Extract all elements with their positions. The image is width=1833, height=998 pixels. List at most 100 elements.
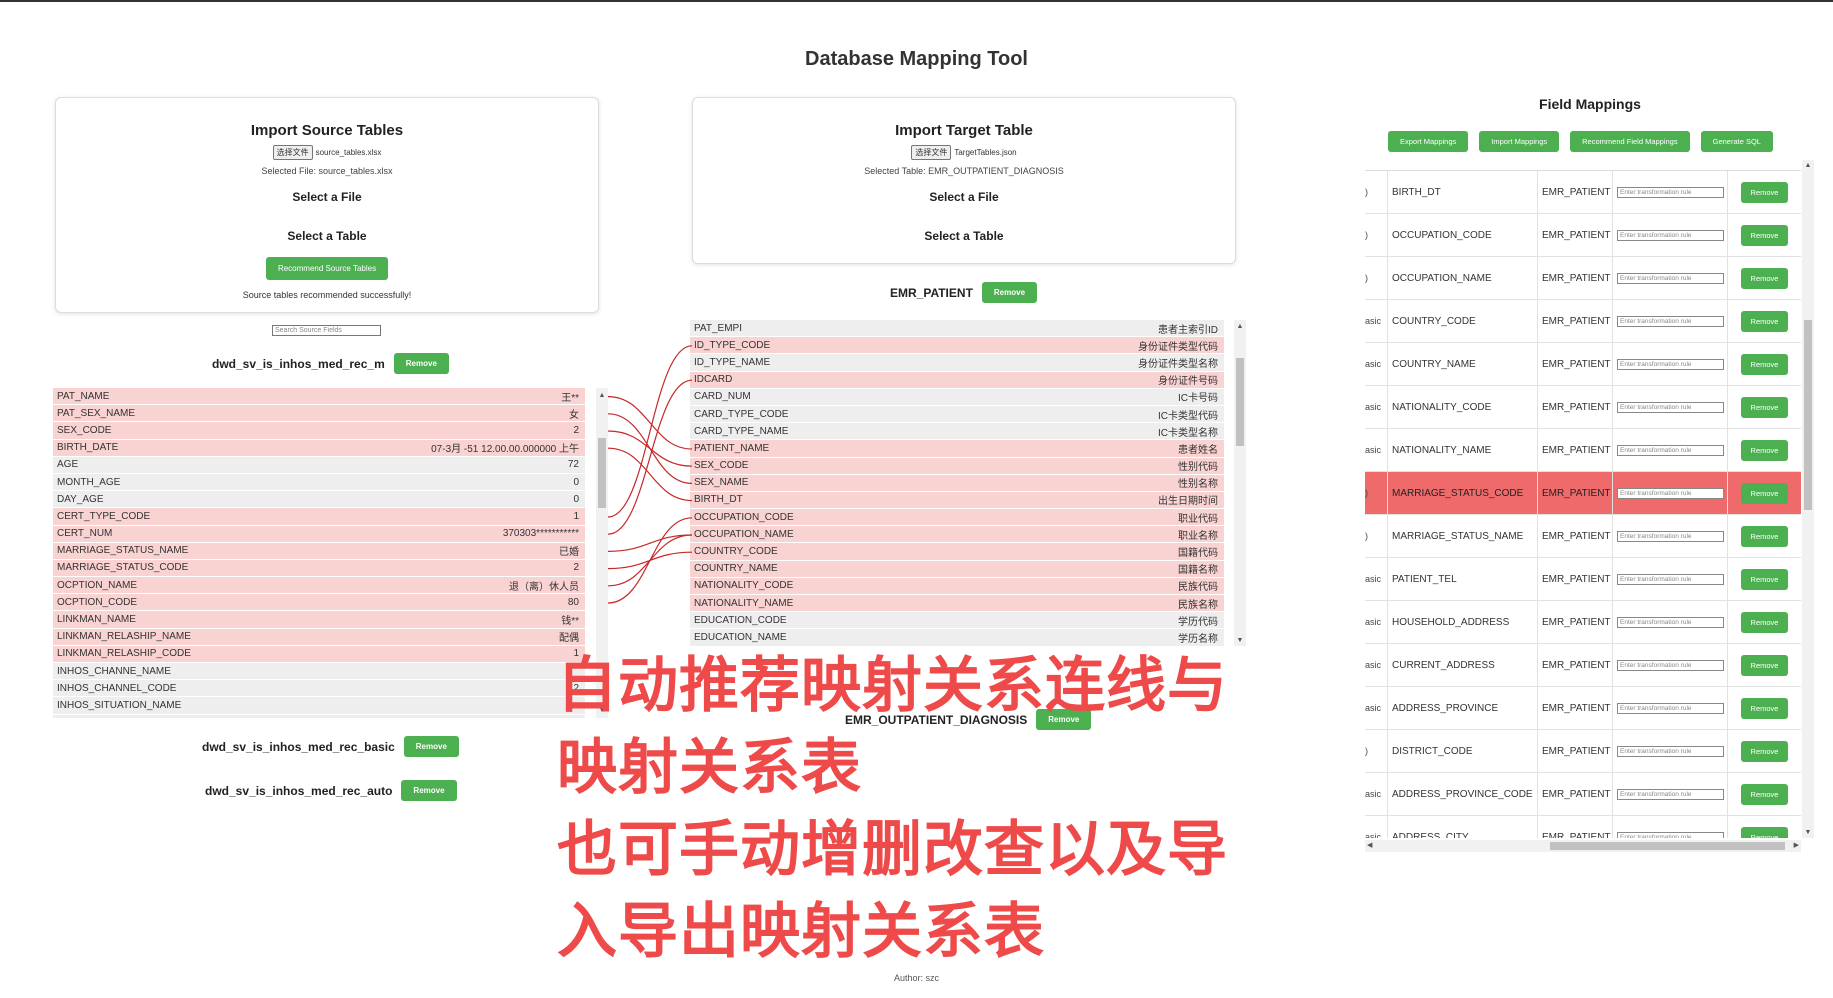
transformation-rule-input[interactable]: Enter transformation rule [1617,229,1724,241]
generate-sql-button[interactable]: Generate SQL [1700,131,1773,152]
rule-cell: Enter transformation rule [1612,300,1727,342]
remove-mapping-button[interactable]: Remove [1740,697,1789,719]
remove-mapping-button[interactable]: Remove [1740,568,1789,590]
transformation-rule-input[interactable]: Enter transformation rule [1617,358,1724,370]
mapping-target-table: EMR_PATIENT [1537,429,1612,471]
mapping-source-table: asic [1365,660,1382,670]
remove-mapping-button[interactable]: Remove [1740,310,1789,332]
mapping-row[interactable]: asic CURRENT_ADDRESS EMR_PATIENT Enter tran… [1365,644,1801,687]
remove-mapping-button[interactable]: Remove [1740,439,1789,461]
scroll-down-arrow[interactable]: ▼ [1802,829,1814,836]
transformation-rule-input[interactable]: Enter transformation rule [1617,616,1724,628]
transformation-rule-input[interactable]: Enter transformation rule [1617,186,1724,198]
transformation-rule-input[interactable]: Enter transformation rule [1617,745,1724,757]
mapping-row[interactable]: ) DISTRICT_CODE EMR_PATIENT Enter transform… [1365,730,1801,773]
remove-mapping-button[interactable]: Remove [1740,181,1789,203]
mappings-table[interactable]: ) BIRTH_DT EMR_PATIENT Enter transformation… [1365,170,1801,838]
transformation-rule-input[interactable]: Enter transformation rule [1617,401,1724,413]
mapping-target-table: EMR_PATIENT [1537,214,1612,256]
remove-cell: Remove [1727,601,1801,643]
mapping-source-table: ) [1365,746,1368,756]
scrollbar-thumb[interactable] [1550,842,1785,850]
transformation-rule-input[interactable]: Enter transformation rule [1617,659,1724,671]
rule-cell: Enter transformation rule [1612,214,1727,256]
mapping-row[interactable]: ) OCCUPATION_CODE EMR_PATIENT Enter transfo… [1365,214,1801,257]
remove-cell: Remove [1727,429,1801,471]
mapping-source-table: ) [1365,187,1368,197]
mapping-target-field: BIRTH_DT [1387,171,1537,213]
remove-mapping-button[interactable]: Remove [1740,826,1789,838]
scroll-left-arrow[interactable]: ◀ [1367,841,1372,849]
mapping-target-field: COUNTRY_NAME [1387,343,1537,385]
mapping-row[interactable]: asic COUNTRY_CODE EMR_PATIENT Enter transfo… [1365,300,1801,343]
mapping-target-field: NATIONALITY_NAME [1387,429,1537,471]
mapping-target-table: EMR_PATIENT [1537,730,1612,772]
mappings-horizontal-scrollbar[interactable]: ◀ ▶ [1365,840,1801,852]
remove-mapping-button[interactable]: Remove [1740,396,1789,418]
mapping-row[interactable]: asic HOUSEHOLD_ADDRESS EMR_PATIENT Enter tr… [1365,601,1801,644]
mapping-row[interactable]: ) MARRIAGE_STATUS_NAME EMR_PATIENT Enter tr… [1365,515,1801,558]
mapping-row[interactable]: ) BIRTH_DT EMR_PATIENT Enter transformation… [1365,171,1801,214]
remove-mapping-button[interactable]: Remove [1740,740,1789,762]
mapping-source-table: asic [1365,445,1382,455]
mapping-target-table: EMR_PATIENT [1537,773,1612,815]
transformation-rule-input[interactable]: Enter transformation rule [1617,444,1724,456]
mappings-vertical-scrollbar[interactable]: ▲ ▼ [1802,160,1814,838]
mappings-toolbar: Export Mappings Import Mappings Recommen… [1388,131,1773,152]
recommend-field-mappings-button[interactable]: Recommend Field Mappings [1570,131,1690,152]
mapping-row[interactable]: asic NATIONALITY_NAME EMR_PATIENT Enter tra… [1365,429,1801,472]
mapping-row[interactable]: asic ADDRESS_PROVINCE_CODE EMR_PATIENT Ente… [1365,773,1801,816]
transformation-rule-input[interactable]: Enter transformation rule [1617,788,1724,800]
mapping-source-table: ) [1365,488,1368,498]
mapping-row[interactable]: ) OCCUPATION_NAME EMR_PATIENT Enter transfo… [1365,257,1801,300]
scroll-up-arrow[interactable]: ▲ [1802,162,1814,169]
rule-cell: Enter transformation rule [1612,730,1727,772]
transformation-rule-input[interactable]: Enter transformation rule [1617,530,1724,542]
remove-mapping-button[interactable]: Remove [1740,611,1789,633]
overlay-annotation: 自动推荐映射关系连线与 映射关系表 也可手动增删改查以及导 入导出映射关系表 [557,645,1228,973]
mapping-target-table: EMR_PATIENT [1537,644,1612,686]
mapping-row[interactable]: asic NATIONALITY_CODE EMR_PATIENT Enter tra… [1365,386,1801,429]
transformation-rule-input[interactable]: Enter transformation rule [1617,487,1724,499]
mapping-target-table: EMR_PATIENT [1537,515,1612,557]
rule-cell: Enter transformation rule [1612,773,1727,815]
mapping-target-field: NATIONALITY_CODE [1387,386,1537,428]
export-mappings-button[interactable]: Export Mappings [1388,131,1469,152]
mapping-target-table: EMR_PATIENT [1537,472,1612,514]
remove-cell: Remove [1727,558,1801,600]
remove-cell: Remove [1727,386,1801,428]
mapping-row[interactable]: asic PATIENT_TEL EMR_PATIENT Enter transfor… [1365,558,1801,601]
transformation-rule-input[interactable]: Enter transformation rule [1617,315,1724,327]
mapping-row[interactable]: asic ADDRESS_CITY EMR_PATIENT Enter transfo… [1365,816,1801,838]
rule-cell: Enter transformation rule [1612,601,1727,643]
remove-mapping-button[interactable]: Remove [1740,224,1789,246]
transformation-rule-input[interactable]: Enter transformation rule [1617,573,1724,585]
mapping-row[interactable]: asic COUNTRY_NAME EMR_PATIENT Enter transfo… [1365,343,1801,386]
remove-mapping-button[interactable]: Remove [1740,353,1789,375]
import-mappings-button[interactable]: Import Mappings [1479,131,1560,152]
remove-mapping-button[interactable]: Remove [1740,525,1789,547]
scrollbar-thumb[interactable] [1804,320,1812,510]
mapping-source-table: asic [1365,789,1382,799]
remove-mapping-button[interactable]: Remove [1740,267,1789,289]
scroll-right-arrow[interactable]: ▶ [1794,841,1799,849]
mapping-link-line [607,396,693,450]
mapping-source-table: ) [1365,230,1368,240]
field-mappings-title: Field Mappings [1539,96,1641,112]
mapping-row[interactable]: asic ADDRESS_PROVINCE EMR_PATIENT Enter tra… [1365,687,1801,730]
remove-mapping-button[interactable]: Remove [1740,783,1789,805]
remove-cell: Remove [1727,257,1801,299]
transformation-rule-input[interactable]: Enter transformation rule [1617,831,1724,838]
mapping-target-table: EMR_PATIENT [1537,816,1612,838]
remove-mapping-button[interactable]: Remove [1740,482,1789,504]
rule-cell: Enter transformation rule [1612,644,1727,686]
mapping-source-table: asic [1365,359,1382,369]
mapping-row[interactable]: ) MARRIAGE_STATUS_CODE EMR_PATIENT Enter tr… [1365,472,1801,515]
remove-cell: Remove [1727,730,1801,772]
rule-cell: Enter transformation rule [1612,171,1727,213]
transformation-rule-input[interactable]: Enter transformation rule [1617,272,1724,284]
mapping-source-table: asic [1365,617,1382,627]
transformation-rule-input[interactable]: Enter transformation rule [1617,702,1724,714]
mapping-target-table: EMR_PATIENT [1537,601,1612,643]
remove-mapping-button[interactable]: Remove [1740,654,1789,676]
